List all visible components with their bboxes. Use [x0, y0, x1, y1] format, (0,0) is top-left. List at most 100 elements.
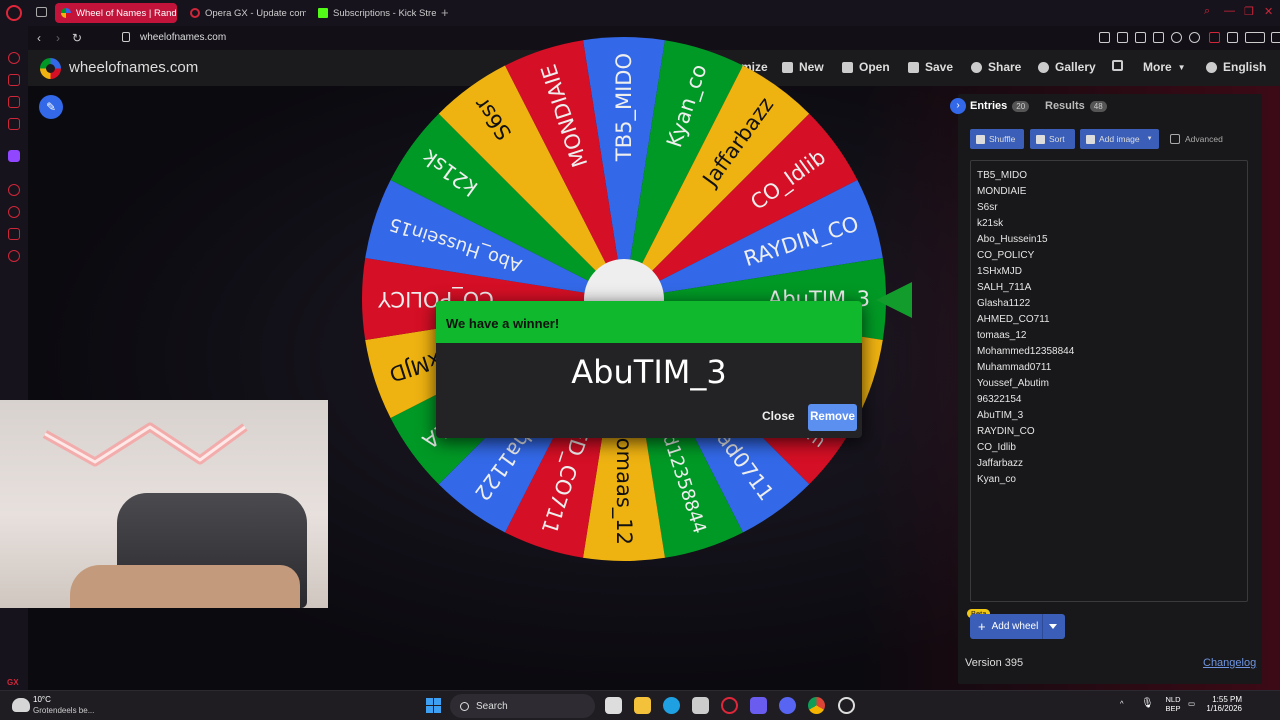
list-item: Mohammed12358844 — [977, 346, 1075, 357]
advanced-checkbox[interactable] — [1170, 134, 1180, 144]
weather-desc[interactable]: Grotendeels be... — [33, 706, 94, 715]
network-icon[interactable]: ▭ — [1188, 699, 1195, 708]
gx-logo-icon[interactable]: GX — [7, 678, 19, 687]
spin-wheel[interactable]: TB5_MIDO Kyan_coJaffarbazzCO_IdlibRAYDIN_… — [359, 34, 889, 564]
wheel-logo-icon[interactable] — [40, 58, 61, 79]
list-item: Jaffarbazz — [977, 458, 1023, 469]
sidebar-tv-icon[interactable] — [8, 96, 20, 108]
list-item: CO_Idlib — [977, 442, 1016, 453]
edge-icon[interactable] — [663, 697, 680, 714]
more-button[interactable]: More ▼ — [1143, 60, 1186, 74]
list-item: Youssef_Abutim — [977, 378, 1049, 389]
sort-icon — [1036, 134, 1045, 144]
windows-start-icon[interactable] — [426, 698, 441, 713]
app-icon[interactable] — [750, 697, 767, 714]
language-indicator[interactable]: NLD BEP — [1163, 695, 1183, 713]
entries-textarea[interactable]: TB5_MIDO MONDIAIE S6sr k21sk Abo_Hussein… — [970, 160, 1248, 602]
tab-kick[interactable]: Subscriptions - Kick Strea — [312, 3, 436, 23]
share-button[interactable]: Share — [971, 60, 1021, 74]
gallery-button[interactable]: Gallery — [1038, 60, 1096, 74]
tab-results[interactable]: Results 48 — [1045, 100, 1107, 112]
shuffle-button[interactable]: Shuffle — [970, 129, 1024, 149]
opera-logo-icon[interactable] — [6, 5, 22, 21]
fullscreen-icon — [1112, 60, 1123, 71]
task-view-icon[interactable] — [605, 697, 622, 714]
store-icon[interactable] — [692, 697, 709, 714]
save-button[interactable]: Save — [908, 60, 953, 74]
clock-date: 1/16/2026 — [1206, 704, 1242, 713]
add-image-button[interactable]: Add image ▼ — [1080, 129, 1159, 149]
arm-image — [70, 565, 300, 608]
history-icon[interactable] — [8, 206, 20, 218]
remove-button[interactable]: Remove — [808, 404, 857, 431]
reload-icon[interactable]: ↻ — [72, 31, 82, 45]
sidebar-news-icon[interactable] — [8, 118, 20, 130]
collapse-panel-icon[interactable]: › — [950, 98, 966, 114]
twitch-icon[interactable] — [8, 150, 20, 162]
site-name[interactable]: wheelofnames.com — [69, 59, 198, 76]
chevron-down-icon[interactable] — [1049, 624, 1057, 629]
opera-gx-taskbar-icon[interactable] — [721, 697, 738, 714]
chevron-up-icon[interactable]: ^ — [1120, 699, 1124, 708]
menu-icon[interactable] — [1271, 32, 1280, 43]
changelog-link[interactable]: Changelog — [1203, 657, 1256, 669]
lock-icon — [122, 32, 130, 42]
sidebar-chat-icon[interactable] — [8, 228, 20, 240]
list-item: 1SHxMJD — [977, 266, 1023, 277]
maximize-icon[interactable]: ❐ — [1244, 5, 1254, 18]
list-item: AHMED_CO711 — [977, 314, 1050, 325]
fullscreen-button[interactable] — [1112, 60, 1123, 71]
new-tab-icon[interactable]: + — [441, 5, 449, 20]
wheel-pointer-icon — [876, 282, 912, 318]
sidebar-speed-dial-icon[interactable] — [8, 52, 20, 64]
heart-icon[interactable] — [1189, 32, 1200, 43]
vpn-icon[interactable] — [1135, 32, 1146, 43]
url-field[interactable]: wheelofnames.com — [140, 32, 226, 43]
list-item: RAYDIN_CO — [977, 426, 1035, 437]
language-button[interactable]: English — [1206, 60, 1266, 74]
advanced-label: Advanced — [1185, 134, 1223, 144]
snapshot-icon[interactable] — [1117, 32, 1128, 43]
tab-opera-gx[interactable]: Opera GX - Update comp — [184, 3, 306, 23]
app-icon[interactable] — [838, 697, 855, 714]
shuffle-icon — [976, 134, 985, 144]
sidebar-player-icon[interactable] — [8, 184, 20, 196]
download-icon[interactable] — [1227, 32, 1238, 43]
wallet-icon[interactable] — [1153, 32, 1164, 43]
close-window-icon[interactable]: ✕ — [1264, 5, 1273, 18]
back-icon[interactable]: ‹ — [37, 31, 41, 45]
settings-icon[interactable] — [8, 250, 20, 262]
neon-sign-image — [42, 422, 248, 467]
add-wheel-button[interactable]: + Add wheel — [970, 614, 1065, 639]
forward-icon[interactable]: › — [56, 31, 60, 45]
tab-entries[interactable]: Entries 20 — [970, 100, 1030, 112]
clock[interactable]: 1:55 PM 1/16/2026 — [1200, 695, 1242, 713]
search-tabs-icon[interactable]: ⌕ — [1204, 5, 1210, 18]
ai-icon[interactable] — [1245, 32, 1265, 43]
edit-pencil-icon[interactable]: ✎ — [39, 95, 63, 119]
player-icon[interactable] — [1171, 32, 1182, 43]
profile-icon[interactable] — [1209, 32, 1220, 43]
discord-icon[interactable] — [779, 697, 796, 714]
close-button[interactable]: Close — [762, 409, 795, 423]
list-item: AbuTIM_3 — [977, 410, 1024, 421]
list-item: Muhammad0711 — [977, 362, 1052, 373]
cloud-icon[interactable] — [12, 698, 30, 712]
sidebar-bag-icon[interactable] — [8, 74, 20, 86]
bookmark-icon[interactable] — [1099, 32, 1110, 43]
winner-dialog: We have a winner! AbuTIM_3 Close Remove — [436, 301, 862, 438]
minimize-icon[interactable]: — — [1224, 5, 1235, 17]
version-label: Version 395 — [965, 657, 1024, 669]
add-wheel-label: Add wheel — [991, 621, 1039, 632]
sort-button[interactable]: Sort — [1030, 129, 1075, 149]
tab-strip-icon[interactable] — [36, 7, 47, 17]
chrome-icon[interactable] — [808, 697, 825, 714]
file-explorer-icon[interactable] — [634, 697, 651, 714]
taskbar-search[interactable]: Search — [450, 694, 595, 718]
globe-icon — [1206, 61, 1217, 73]
share-icon — [971, 61, 982, 73]
tab-wheel-of-names[interactable]: Wheel of Names | Random — [55, 3, 177, 23]
more-label: More — [1143, 60, 1172, 74]
microphone-icon[interactable]: 🎙 — [1141, 698, 1154, 709]
weather-temp[interactable]: 10°C — [33, 695, 51, 704]
